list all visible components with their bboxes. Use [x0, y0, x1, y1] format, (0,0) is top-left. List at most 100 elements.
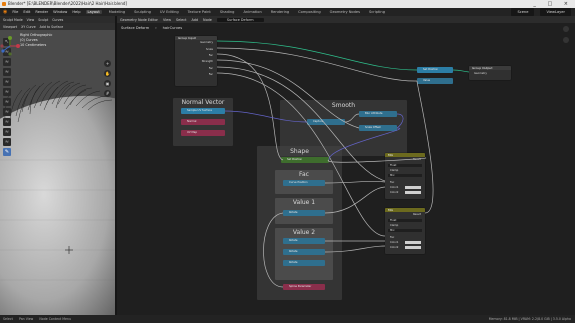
color2-swatch[interactable] [405, 246, 421, 249]
mix-node[interactable]: Mix Result Float Clamp Mix Fac Color1 Co… [385, 208, 425, 254]
mode-selector[interactable]: Sculpt Mode [3, 18, 23, 22]
grid-icon[interactable]: # [104, 90, 111, 97]
group-input-socket-label: Fac [208, 54, 213, 57]
blur-attribute-node[interactable]: Blur Attribute [359, 111, 397, 117]
viewport-info-overlay: Right Orthographic (0) Curves 10 Centime… [20, 33, 52, 48]
rotate-node[interactable]: Rotate [283, 249, 325, 255]
slide-brush-icon[interactable]: ≈ [3, 138, 11, 146]
geometry-node-editor[interactable]: Geometry Node Editor View Select Add Nod… [117, 16, 575, 315]
camera-icon[interactable]: ▣ [104, 80, 111, 87]
mix-mode-dropdown[interactable]: Mix [388, 229, 422, 232]
group-input-node[interactable]: Group Input Geometry Scale Fac Strength … [175, 36, 217, 86]
viewport-label[interactable]: Viewport [3, 25, 17, 29]
editor-type-selector[interactable]: Geometry Node Editor [120, 18, 158, 22]
rotate-node[interactable]: Rotate [283, 210, 325, 216]
smooth-brush-icon[interactable]: ≈ [3, 128, 11, 136]
window-title: Blender* [E:\BLENDER\Blender\2022\Hair\2… [8, 1, 127, 6]
normal-node[interactable]: Normal [181, 119, 225, 125]
menu-window[interactable]: Window [53, 10, 67, 14]
value-output-node[interactable]: Value [417, 78, 453, 84]
workspace-tab-uv-editing[interactable]: UV Editing [158, 10, 181, 14]
rotate-node[interactable]: Rotate [283, 238, 325, 244]
mix-input-label: Color1 [390, 241, 399, 244]
link-set-position [452, 69, 470, 73]
mix-input-label: Fac [390, 236, 395, 239]
workspace-tab-layout[interactable]: Layout [85, 10, 102, 14]
color1-swatch[interactable] [405, 186, 421, 189]
workspace-tab-animation[interactable]: Animation [241, 10, 263, 14]
workspace-tab-shading[interactable]: Shading [218, 10, 237, 14]
breadcrumb-item-object[interactable]: hairCurves [163, 26, 182, 30]
node-tree-selector[interactable]: Surface Deform [216, 17, 264, 22]
menu-help[interactable]: Help [72, 10, 80, 14]
navigation-gizmo-icon[interactable] [0, 36, 20, 56]
viewport-scene[interactable] [0, 30, 115, 315]
viewport-menu-sculpt[interactable]: Sculpt [38, 18, 48, 22]
zoom-icon[interactable] [563, 26, 569, 32]
group-output-node[interactable]: Group Output Geometry [469, 66, 511, 80]
zoom-icon[interactable]: + [104, 60, 111, 67]
hair-surface-render [0, 30, 115, 315]
viewport-menu-view[interactable]: View [27, 18, 35, 22]
rotate-node[interactable]: Rotate [283, 260, 325, 266]
set-position-output-node[interactable]: Set Position [417, 67, 453, 73]
3d-viewport[interactable]: Sculpt Mode View Sculpt Curves Viewport … [0, 16, 115, 315]
mix-clamp-checkbox[interactable]: Clamp [390, 224, 398, 227]
grow-shrink-brush-icon[interactable]: ≈ [3, 88, 11, 96]
node-menu-select[interactable]: Select [176, 18, 186, 22]
workspace-tab-sculpting[interactable]: Sculpting [132, 10, 153, 14]
pinch-brush-icon[interactable]: ≈ [3, 108, 11, 116]
mix-clamp-checkbox[interactable]: Clamp [390, 169, 398, 172]
puff-brush-icon[interactable]: ≈ [3, 118, 11, 126]
delete-brush-icon[interactable]: ≈ [3, 58, 11, 66]
menu-edit[interactable]: Edit [23, 10, 30, 14]
status-bar: Select Pan View Node Context Menu Memory… [0, 315, 575, 323]
pan-hand-icon[interactable] [563, 37, 569, 43]
spline-parameter-node[interactable]: Spline Parameter [283, 284, 325, 290]
workspace-tab-compositing[interactable]: Compositing [296, 10, 323, 14]
node-menu-node[interactable]: Node [203, 18, 212, 22]
selection-paint-brush-icon[interactable]: ≈ [3, 98, 11, 106]
scene-selector[interactable]: Scene [511, 8, 535, 16]
color1-swatch[interactable] [405, 241, 421, 244]
link-scale [216, 47, 418, 82]
frame-label: Normal Vector [181, 99, 225, 106]
workspace-tab-texture-paint[interactable]: Texture Paint [186, 10, 213, 14]
frame-label: Smooth [331, 102, 356, 109]
node-menu-add[interactable]: Add [191, 18, 198, 22]
frame-label: Value 2 [292, 229, 316, 236]
scale-offset-node[interactable]: Scale Offset [359, 125, 397, 131]
add-brush-icon[interactable]: ≈ [3, 78, 11, 86]
mix-mode-dropdown[interactable]: Mix [388, 174, 422, 177]
capture-node[interactable]: Capture [307, 119, 345, 125]
view-layer-selector[interactable]: ViewLayer [540, 8, 571, 16]
curve-position-node[interactable]: Curve Position [283, 180, 325, 186]
node-menu-view[interactable]: View [163, 18, 171, 22]
mix-type-dropdown[interactable]: Float [388, 164, 422, 167]
status-select-hint: Select [3, 317, 13, 321]
workspace-tab-modeling[interactable]: Modeling [107, 10, 127, 14]
pan-hand-icon[interactable]: ✋ [104, 70, 111, 77]
blender-app-icon [2, 2, 6, 6]
menu-file[interactable]: File [12, 10, 18, 14]
blender-window: Blender* [E:\BLENDER\Blender\2022\Hair\2… [0, 0, 575, 323]
snake-hook-brush-icon[interactable]: ≈ [3, 68, 11, 76]
uv-map-node[interactable]: UV Map [181, 130, 225, 136]
menu-render[interactable]: Render [35, 10, 48, 14]
color2-swatch[interactable] [405, 191, 421, 194]
blender-logo-icon[interactable]: ◉ [3, 9, 7, 15]
density-brush-icon[interactable]: ✎ [3, 148, 11, 156]
group-input-socket-label: Fac [208, 73, 213, 76]
add-to-surface-toggle[interactable]: Add to Surface [40, 25, 64, 29]
curve-brush-selector[interactable]: XY Curve [21, 25, 36, 29]
workspace-tab-scripting[interactable]: Scripting [367, 10, 387, 14]
viewport-menu-curves[interactable]: Curves [52, 18, 63, 22]
sample-uv-surface-node[interactable]: Sample UV Surface [181, 108, 225, 114]
workspace-tab-rendering[interactable]: Rendering [269, 10, 291, 14]
workspace-tab-geometry-nodes[interactable]: Geometry Nodes [328, 10, 362, 14]
set-position-node[interactable]: Set Position [281, 157, 329, 163]
window-controls[interactable]: _ □ × [533, 0, 573, 8]
breadcrumb-item-tree[interactable]: Surface Deform [121, 26, 149, 30]
mix-node[interactable]: Mix Result Float Clamp Mix Fac Color1 Co… [385, 153, 425, 199]
mix-type-dropdown[interactable]: Float [388, 219, 422, 222]
